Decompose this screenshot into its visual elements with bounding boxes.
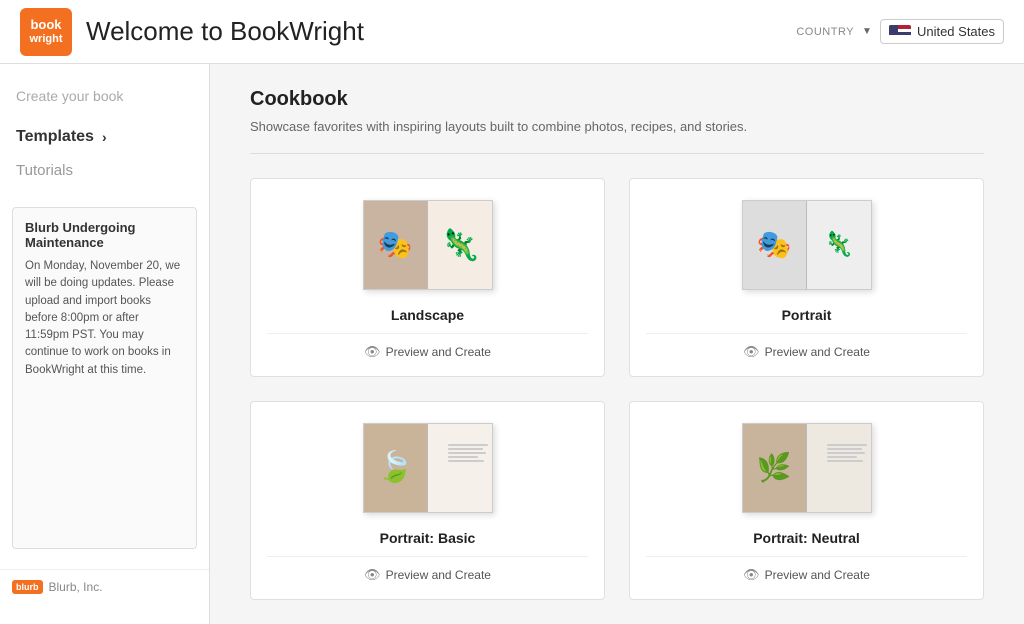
template-card-portrait-neutral: 🌿 bbox=[629, 401, 984, 600]
maintenance-body: On Monday, November 20, we will be doing… bbox=[25, 258, 184, 379]
portrait-neutral-preview-link[interactable]: 👁 Preview and Create bbox=[646, 556, 967, 583]
landscape-page-right: 🦎 bbox=[428, 201, 492, 289]
logo-book-text: book bbox=[30, 17, 61, 33]
landscape-right-image: 🦎 bbox=[428, 201, 492, 289]
template-card-landscape: 🎭 🦎 Landscape 👁 Preview and Create bbox=[250, 178, 605, 377]
templates-grid: 🎭 🦎 Landscape 👁 Preview and Create bbox=[250, 178, 984, 600]
portrait-neutral-page-left: 🌿 bbox=[743, 424, 808, 512]
cookbook-description: Showcase favorites with inspiring layout… bbox=[250, 117, 984, 137]
food-icon-neutral: 🌿 bbox=[757, 451, 792, 484]
portrait-basic-book-spread: 🍃 bbox=[363, 423, 493, 513]
logo-wright-text: wright bbox=[30, 33, 63, 46]
landscape-preview-label: Preview and Create bbox=[386, 345, 491, 359]
country-dropdown[interactable]: United States bbox=[880, 19, 1004, 44]
cookbook-title: Cookbook bbox=[250, 88, 984, 111]
main-layout: Create your book Templates › Tutorials B… bbox=[0, 64, 1024, 624]
portrait-page-left: 🎭 bbox=[743, 201, 808, 289]
us-flag-icon bbox=[889, 25, 911, 39]
template-card-portrait-basic: 🍃 bbox=[250, 401, 605, 600]
portrait-page-right: 🦎 bbox=[807, 201, 871, 289]
eye-icon-portrait: 👁 bbox=[743, 344, 760, 360]
blurb-logo-small: blurb bbox=[12, 580, 43, 594]
landscape-template-name: Landscape bbox=[391, 307, 464, 323]
templates-label: Templates bbox=[16, 128, 94, 146]
portrait-neutral-preview-label: Preview and Create bbox=[765, 568, 870, 582]
text-line-5 bbox=[448, 460, 484, 462]
template-card-portrait: 🎭 🦎 Portrait 👁 Preview and Create bbox=[629, 178, 984, 377]
neutral-line-3 bbox=[827, 452, 865, 454]
landscape-thumbnail: 🎭 🦎 bbox=[358, 195, 498, 295]
landscape-page-left: 🎭 bbox=[364, 201, 429, 289]
country-selector-area: COUNTRY ▼ United States bbox=[796, 19, 1004, 44]
eye-icon-landscape: 👁 bbox=[364, 344, 381, 360]
text-line-4 bbox=[448, 456, 478, 458]
portrait-neutral-template-name: Portrait: Neutral bbox=[753, 530, 860, 546]
landscape-preview-link[interactable]: 👁 Preview and Create bbox=[267, 333, 588, 360]
portrait-book-spread: 🎭 🦎 bbox=[742, 200, 872, 290]
portrait-basic-page-left: 🍃 bbox=[364, 424, 429, 512]
sidebar-item-templates[interactable]: Templates › bbox=[0, 120, 209, 154]
portrait-basic-template-name: Portrait: Basic bbox=[380, 530, 476, 546]
portrait-preview-link[interactable]: 👁 Preview and Create bbox=[646, 333, 967, 360]
create-book-label: Create your book bbox=[0, 84, 209, 120]
tutorials-label: Tutorials bbox=[16, 162, 73, 179]
neutral-line-5 bbox=[827, 460, 863, 462]
app-logo: book wright bbox=[20, 8, 72, 56]
portrait-neutral-text-lines bbox=[827, 444, 867, 462]
country-chevron-icon[interactable]: ▼ bbox=[862, 26, 872, 37]
portrait-basic-preview-label: Preview and Create bbox=[386, 568, 491, 582]
landscape-left-image: 🎭 bbox=[364, 201, 428, 289]
text-line-3 bbox=[448, 452, 486, 454]
app-header: book wright Welcome to BookWright COUNTR… bbox=[0, 0, 1024, 64]
red-dragon-icon: 🦎 bbox=[438, 224, 481, 265]
portrait-basic-text-lines bbox=[448, 444, 488, 462]
landscape-book-spread: 🎭 🦎 bbox=[363, 200, 493, 290]
portrait-basic-preview-link[interactable]: 👁 Preview and Create bbox=[267, 556, 588, 583]
portrait-template-name: Portrait bbox=[782, 307, 832, 323]
blurb-inc-label: Blurb, Inc. bbox=[49, 580, 103, 594]
content-area: Cookbook Showcase favorites with inspiri… bbox=[210, 64, 1024, 624]
cookbook-header: Cookbook Showcase favorites with inspiri… bbox=[250, 64, 984, 154]
portrait-neutral-thumbnail: 🌿 bbox=[737, 418, 877, 518]
portrait-basic-left-image: 🍃 bbox=[364, 424, 428, 512]
page-title: Welcome to BookWright bbox=[86, 16, 364, 47]
portrait-preview-label: Preview and Create bbox=[765, 345, 870, 359]
templates-chevron-icon: › bbox=[102, 129, 107, 145]
text-line-1 bbox=[448, 444, 488, 446]
sidebar-item-tutorials[interactable]: Tutorials bbox=[0, 154, 209, 187]
portrait-basic-page-right bbox=[428, 424, 492, 512]
portrait-dark-icon: 🎭 bbox=[757, 228, 792, 261]
neutral-line-4 bbox=[827, 456, 857, 458]
country-name-label: United States bbox=[917, 24, 995, 39]
portrait-red-icon: 🦎 bbox=[824, 230, 854, 259]
portrait-basic-thumbnail: 🍃 bbox=[358, 418, 498, 518]
portrait-right-image: 🦎 bbox=[807, 201, 871, 289]
sidebar: Create your book Templates › Tutorials B… bbox=[0, 64, 210, 624]
portrait-left-image: 🎭 bbox=[743, 201, 807, 289]
neutral-line-1 bbox=[827, 444, 867, 446]
maintenance-title: Blurb Undergoing Maintenance bbox=[25, 220, 184, 250]
portrait-neutral-book-spread: 🌿 bbox=[742, 423, 872, 513]
portrait-thumbnail: 🎭 🦎 bbox=[737, 195, 877, 295]
portrait-neutral-left-image: 🌿 bbox=[743, 424, 807, 512]
portrait-neutral-page-right bbox=[807, 424, 871, 512]
maintenance-notice: Blurb Undergoing Maintenance On Monday, … bbox=[12, 207, 197, 549]
sidebar-footer: blurb Blurb, Inc. bbox=[0, 569, 209, 604]
food-icon-basic: 🍃 bbox=[377, 450, 414, 485]
country-label: COUNTRY bbox=[796, 26, 854, 38]
text-line-2 bbox=[448, 448, 483, 450]
neutral-line-2 bbox=[827, 448, 862, 450]
eye-icon-portrait-basic: 👁 bbox=[364, 567, 381, 583]
eye-icon-portrait-neutral: 👁 bbox=[743, 567, 760, 583]
dark-figure-icon: 🎭 bbox=[378, 228, 413, 261]
